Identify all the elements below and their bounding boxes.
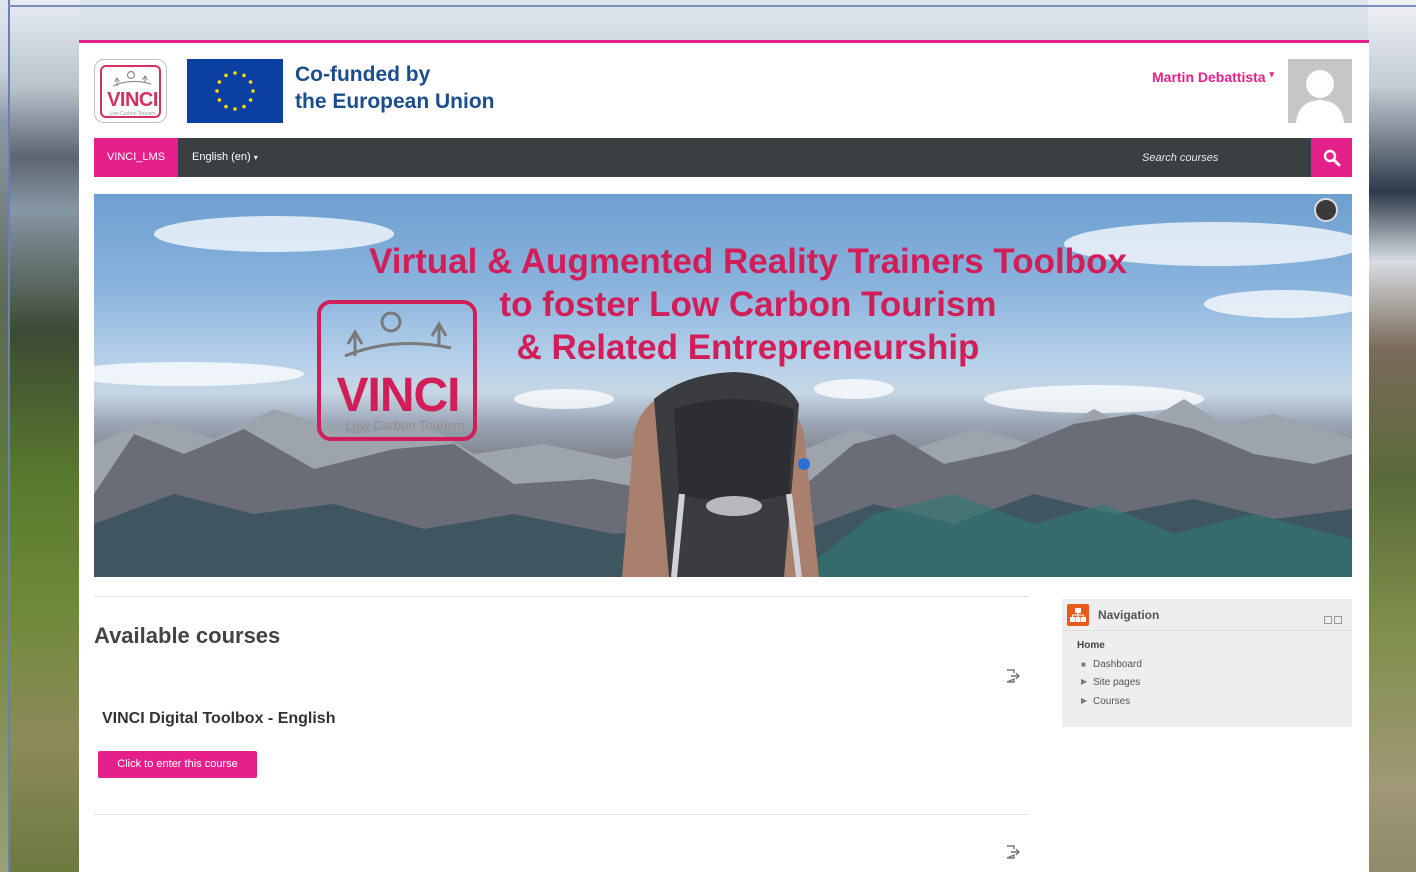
site-brand-link[interactable]: VINCI_LMS — [94, 138, 178, 177]
block-controls — [1322, 611, 1342, 629]
slideshow-pause-icon[interactable] — [1314, 198, 1338, 222]
eu-stars-icon — [215, 71, 255, 111]
vinci-logo-tagline: Low Carbon Tourism — [109, 111, 156, 117]
chevron-down-icon: ▾ — [1269, 69, 1274, 79]
eu-text-line1: Co-funded by — [295, 63, 431, 86]
banner-title-line3: & Related Entrepreneurship — [516, 328, 980, 367]
nav-item-site-pages[interactable]: Site pages — [1093, 677, 1140, 688]
search-button[interactable] — [1311, 138, 1352, 177]
sitemap-icon — [1067, 604, 1089, 626]
language-label: English (en) — [192, 151, 251, 163]
banner-title-line1: Virtual & Augmented Reality Trainers Too… — [369, 242, 1127, 281]
banner-title: Virtual & Augmented Reality Trainers Too… — [94, 240, 1224, 369]
user-silhouette-icon — [1288, 59, 1352, 123]
main-navbar: VINCI_LMS English (en) ▾ — [94, 138, 1352, 177]
vinci-logo-text: VINCI — [107, 89, 158, 111]
eu-text-line2: the European Union — [295, 90, 495, 113]
vinci-logo[interactable]: VINCI Low Carbon Tourism — [94, 59, 167, 123]
window-top-border — [8, 5, 1416, 7]
window-left-border — [8, 0, 10, 872]
banner-logo-text: VINCI — [336, 369, 460, 422]
navigation-header: Navigation — [1062, 599, 1352, 631]
user-menu[interactable]: Martin Debattista ▾ — [1152, 69, 1274, 85]
enrol-icon[interactable] — [1005, 668, 1021, 684]
banner-title-line2: to foster Low Carbon Tourism — [499, 285, 997, 324]
caret-right-icon[interactable]: ▶ — [1081, 696, 1087, 705]
collapse-block-icon[interactable] — [1324, 616, 1332, 624]
background-right-mountains — [1368, 0, 1416, 872]
section-divider — [94, 596, 1029, 597]
nav-item-courses[interactable]: Courses — [1093, 696, 1130, 707]
nav-item-home[interactable]: Home — [1077, 640, 1105, 651]
eu-flag-logo — [187, 59, 283, 123]
enter-course-button[interactable]: Click to enter this course — [98, 751, 257, 778]
bullet-icon: ■ — [1081, 660, 1086, 669]
caret-right-icon[interactable]: ▶ — [1081, 677, 1087, 686]
nav-item-dashboard[interactable]: Dashboard — [1093, 659, 1142, 670]
vinci-logo-frame: VINCI Low Carbon Tourism — [100, 65, 161, 118]
enrol-icon[interactable] — [1005, 844, 1021, 860]
hero-banner: VINCI Low Carbon Tourism Virtual & Augme… — [94, 194, 1352, 577]
page-container: VINCI Low Carbon Tourism Co-funded by th… — [79, 40, 1369, 872]
background-left-mountains — [10, 0, 80, 872]
search-icon — [1323, 149, 1340, 166]
eu-cofunded-text: Co-funded by the European Union — [295, 61, 555, 115]
language-menu[interactable]: English (en) ▾ — [192, 138, 258, 177]
page-title: Available courses — [94, 623, 281, 648]
banner-logo-tagline: Low Carbon Tourism — [345, 418, 465, 433]
site-header: VINCI Low Carbon Tourism Co-funded by th… — [94, 55, 1352, 125]
section-divider — [94, 814, 1029, 815]
user-name: Martin Debattista — [1152, 69, 1266, 85]
avatar[interactable] — [1288, 59, 1352, 123]
search-courses-input[interactable] — [1142, 147, 1292, 169]
dock-block-icon[interactable] — [1334, 616, 1342, 624]
course-title[interactable]: VINCI Digital Toolbox - English — [102, 710, 335, 728]
navigation-title: Navigation — [1098, 608, 1160, 622]
mountain-sun-icon — [112, 70, 152, 87]
navigation-block: Navigation Home ■ Dashboard ▶ Site pages… — [1062, 599, 1352, 727]
sitemap-glyph — [1070, 608, 1086, 622]
chevron-down-icon: ▾ — [253, 153, 258, 162]
